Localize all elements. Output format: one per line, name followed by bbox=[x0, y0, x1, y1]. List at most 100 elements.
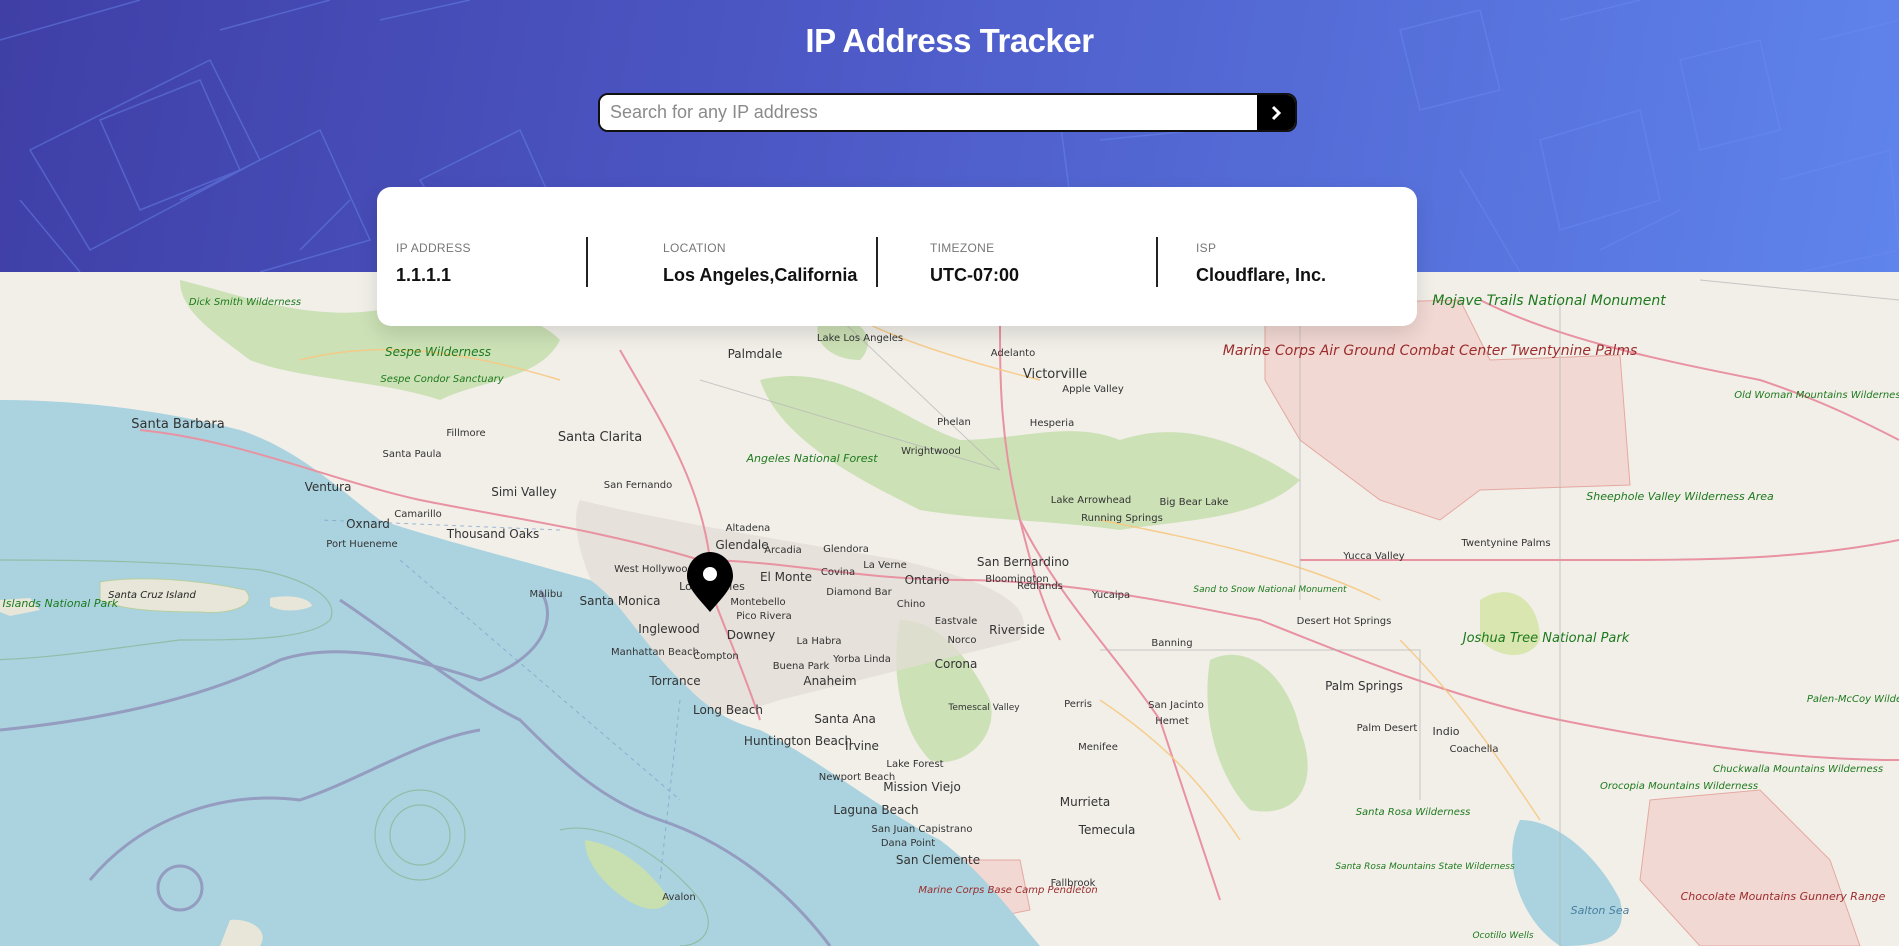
map-label: Angeles National Forest bbox=[745, 452, 878, 465]
isp-value: Cloudflare, Inc. bbox=[1196, 265, 1327, 285]
map-label: Ocotillo Wells bbox=[1472, 931, 1533, 941]
divider bbox=[586, 237, 588, 287]
map-label: Torrance bbox=[648, 674, 700, 688]
map-label: Diamond Bar bbox=[826, 587, 892, 598]
map-label: Riverside bbox=[989, 623, 1045, 637]
map-label: Temescal Valley bbox=[947, 703, 1020, 713]
map-label: Mojave Trails National Monument bbox=[1432, 293, 1666, 309]
map-label: Murrieta bbox=[1060, 795, 1110, 809]
map-label: Huntington Beach bbox=[744, 734, 852, 748]
map-label: Montebello bbox=[730, 597, 785, 608]
map-label: Channel Islands National Park bbox=[0, 597, 119, 610]
map-label: Perris bbox=[1064, 699, 1092, 710]
map-label: Santa Barbara bbox=[131, 417, 224, 432]
map-label: San Clemente bbox=[896, 853, 980, 867]
map-label: La Verne bbox=[863, 560, 907, 571]
chevron-right-icon bbox=[1271, 105, 1282, 120]
map-label: Ventura bbox=[305, 480, 352, 494]
map-label: Wrightwood bbox=[901, 446, 961, 457]
map-label: Port Hueneme bbox=[326, 539, 397, 550]
map-label: Eastvale bbox=[935, 616, 978, 627]
map-label: Pico Rivera bbox=[736, 611, 791, 622]
location-section: LOCATION Los Angeles,California bbox=[663, 241, 857, 286]
map-label: Irvine bbox=[845, 739, 879, 753]
map-label: Phelan bbox=[937, 417, 971, 428]
map-label: Orocopia Mountains Wilderness bbox=[1600, 781, 1758, 792]
page-title: IP Address Tracker bbox=[805, 22, 1094, 59]
map-label: San Fernando bbox=[604, 480, 673, 491]
map-label: Banning bbox=[1151, 638, 1192, 649]
divider bbox=[1156, 237, 1158, 287]
map-label: Buena Park bbox=[773, 661, 830, 672]
map-label: Chocolate Mountains Gunnery Range bbox=[1681, 890, 1886, 903]
map-label: Santa Ana bbox=[814, 712, 876, 726]
map-label: Santa Monica bbox=[579, 594, 660, 608]
map-label: Apple Valley bbox=[1062, 384, 1124, 395]
map-label: Palm Desert bbox=[1357, 723, 1418, 734]
map-label: Hesperia bbox=[1030, 418, 1074, 429]
map-label: San Juan Capistrano bbox=[872, 824, 973, 835]
map-label: El Monte bbox=[760, 570, 812, 584]
map-label: Dana Point bbox=[881, 838, 935, 849]
map-label: Palen-McCoy Wilderness bbox=[1807, 694, 1899, 705]
map-label: Lake Forest bbox=[886, 759, 943, 770]
map-label: Corona bbox=[935, 657, 978, 671]
map-label: Santa Rosa Mountains State Wilderness bbox=[1335, 862, 1515, 872]
map-label: Downey bbox=[727, 628, 776, 642]
map-label: Marine Corps Air Ground Combat Center Tw… bbox=[1223, 343, 1638, 359]
map-label: Ontario bbox=[905, 573, 950, 587]
map-label: Twentynine Palms bbox=[1460, 538, 1550, 549]
map-label: Adelanto bbox=[991, 348, 1035, 359]
map-label: Manhattan Beach bbox=[611, 647, 699, 658]
map-label: Old Woman Mountains Wilderness bbox=[1734, 390, 1899, 401]
search-input[interactable] bbox=[600, 95, 1257, 130]
divider bbox=[876, 237, 878, 287]
map-label: Sheephole Valley Wilderness Area bbox=[1586, 490, 1774, 503]
isp-label: ISP bbox=[1196, 241, 1217, 255]
map-label: Avalon bbox=[662, 892, 696, 903]
map-view[interactable]: Mojave Trails National Monument Marine C… bbox=[0, 272, 1899, 946]
map-label: Yorba Linda bbox=[832, 654, 891, 665]
map-label: Salton Sea bbox=[1571, 904, 1630, 917]
map-label: Lake Arrowhead bbox=[1051, 495, 1131, 506]
map-label: Laguna Beach bbox=[833, 803, 918, 817]
ip-address-section: IP ADDRESS 1.1.1.1 bbox=[396, 241, 471, 286]
map-label: Fallbrook bbox=[1051, 878, 1096, 889]
ip-address-value: 1.1.1.1 bbox=[396, 265, 452, 285]
map-label: Camarillo bbox=[394, 509, 442, 520]
map-label: Arcadia bbox=[764, 545, 802, 556]
map-label: Hemet bbox=[1155, 716, 1189, 727]
map-label: Covina bbox=[821, 567, 855, 578]
map-label: Yucaipa bbox=[1091, 590, 1130, 601]
map-label: Santa Paula bbox=[383, 449, 442, 460]
map-label: Simi Valley bbox=[491, 485, 557, 499]
map-label: Temecula bbox=[1078, 823, 1136, 837]
map-label: Sespe Condor Sanctuary bbox=[380, 374, 504, 385]
map-label: Santa Clarita bbox=[558, 430, 642, 445]
map-label: Mission Viejo bbox=[883, 780, 961, 794]
map-label: Palm Springs bbox=[1325, 679, 1403, 693]
location-value: Los Angeles,California bbox=[663, 265, 858, 285]
map-label: Sespe Wilderness bbox=[385, 345, 491, 359]
timezone-label: TIMEZONE bbox=[930, 241, 995, 255]
map-label: La Habra bbox=[796, 636, 841, 647]
map-label: Coachella bbox=[1450, 744, 1499, 755]
map-label: Menifee bbox=[1078, 742, 1118, 753]
isp-section: ISP Cloudflare, Inc. bbox=[1196, 241, 1326, 286]
timezone-section: TIMEZONE UTC-07:00 bbox=[930, 241, 1019, 286]
map-canvas[interactable]: Mojave Trails National Monument Marine C… bbox=[0, 272, 1899, 946]
map-label: Sand to Snow National Monument bbox=[1193, 585, 1347, 595]
map-label: Yucca Valley bbox=[1342, 551, 1405, 562]
map-label: Chino bbox=[897, 599, 926, 610]
map-label: Thousand Oaks bbox=[446, 527, 540, 541]
map-label: Redlands bbox=[1017, 581, 1063, 592]
map-label: Oxnard bbox=[346, 517, 390, 531]
map-label: Malibu bbox=[530, 589, 563, 600]
map-label: Altadena bbox=[726, 523, 771, 534]
search-button[interactable] bbox=[1257, 95, 1295, 130]
map-label: San Bernardino bbox=[977, 555, 1069, 569]
map-label: Joshua Tree National Park bbox=[1460, 631, 1630, 646]
map-label: Glendora bbox=[823, 544, 869, 555]
map-label: Big Bear Lake bbox=[1160, 497, 1229, 508]
map-label: Desert Hot Springs bbox=[1297, 616, 1392, 627]
